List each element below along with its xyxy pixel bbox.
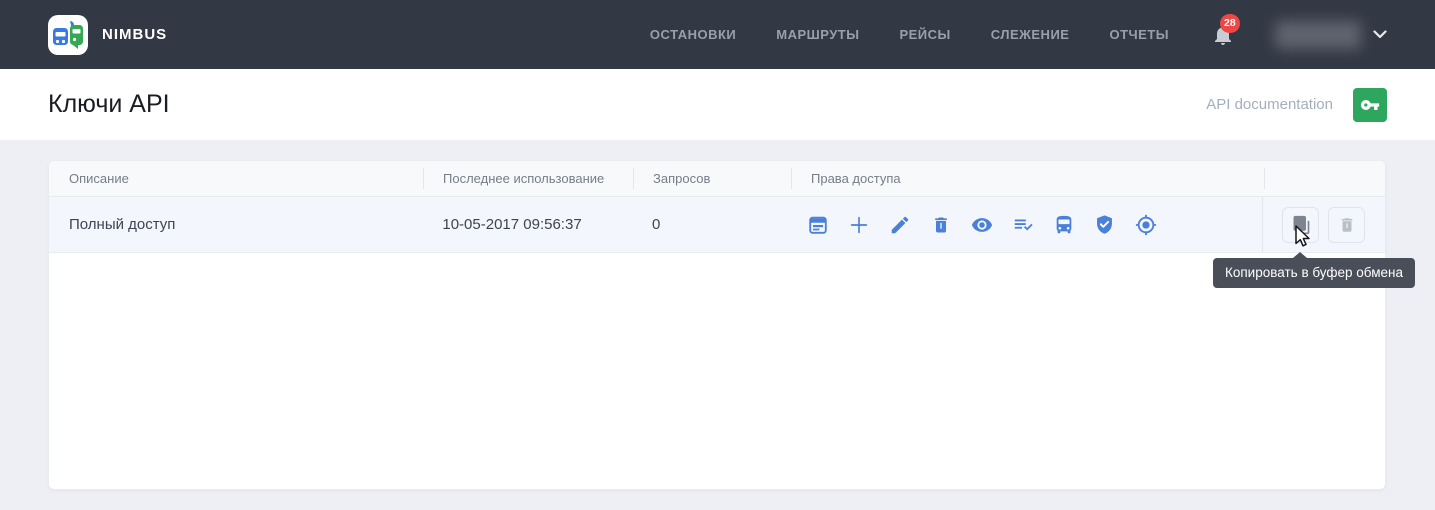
shield-check-icon <box>1094 214 1116 236</box>
main-nav: ОСТАНОВКИ МАРШРУТЫ РЕЙСЫ СЛЕЖЕНИЕ ОТЧЕТЫ <box>650 27 1169 42</box>
bus-icon <box>1053 214 1075 236</box>
nav-item-routes[interactable]: МАРШРУТЫ <box>776 27 859 42</box>
column-header-actions <box>1264 161 1385 196</box>
cell-requests: 0 <box>632 197 790 252</box>
api-keys-table: Описание Последнее использование Запросо… <box>48 160 1386 490</box>
page-header: Ключи API API documentation <box>0 69 1435 140</box>
cell-actions <box>1262 197 1385 252</box>
eye-icon <box>971 214 993 236</box>
trash-icon <box>1338 216 1356 234</box>
copy-tooltip: Копировать в буфер обмена <box>1213 258 1415 288</box>
nav-item-reports[interactable]: ОТЧЕТЫ <box>1109 27 1169 42</box>
nav-item-tracking[interactable]: СЛЕЖЕНИЕ <box>991 27 1070 42</box>
nav-item-trips[interactable]: РЕЙСЫ <box>899 27 950 42</box>
chevron-down-icon <box>1373 30 1387 39</box>
pencil-icon <box>889 214 911 236</box>
notification-badge: 28 <box>1220 14 1240 33</box>
gps-icon <box>1135 214 1157 236</box>
page-title: Ключи API <box>48 90 170 119</box>
brand-name: NIMBUS <box>102 26 167 43</box>
calendar-icon <box>807 214 829 236</box>
column-header-last-used: Последнее использование <box>423 161 633 196</box>
table-header-row: Описание Последнее использование Запросо… <box>49 161 1385 197</box>
cell-description: Полный доступ <box>49 197 422 252</box>
api-documentation-link[interactable]: API documentation <box>1206 96 1333 113</box>
copy-icon <box>1291 215 1311 235</box>
cell-permissions <box>790 197 1262 252</box>
trash-icon <box>930 214 952 236</box>
create-api-key-button[interactable] <box>1353 88 1387 122</box>
top-navbar: NIMBUS ОСТАНОВКИ МАРШРУТЫ РЕЙСЫ СЛЕЖЕНИЕ… <box>0 0 1435 69</box>
user-menu[interactable] <box>1275 21 1387 49</box>
cell-last-used: 10-05-2017 09:56:37 <box>422 197 632 252</box>
playlist-check-icon <box>1012 214 1034 236</box>
delete-key-button[interactable] <box>1328 207 1365 243</box>
plus-icon <box>848 214 870 236</box>
column-header-permissions: Права доступа <box>791 161 1264 196</box>
nimbus-logo-icon <box>48 15 88 55</box>
user-name-redacted <box>1275 21 1361 49</box>
notifications-button[interactable]: 28 <box>1211 23 1235 47</box>
column-header-description: Описание <box>49 161 423 196</box>
copy-to-clipboard-button[interactable] <box>1282 207 1319 243</box>
key-icon <box>1360 95 1380 115</box>
column-header-requests: Запросов <box>633 161 791 196</box>
brand-logo[interactable]: NIMBUS <box>48 15 167 55</box>
table-row: Полный доступ 10-05-2017 09:56:37 0 <box>49 197 1385 253</box>
nav-item-stops[interactable]: ОСТАНОВКИ <box>650 27 736 42</box>
